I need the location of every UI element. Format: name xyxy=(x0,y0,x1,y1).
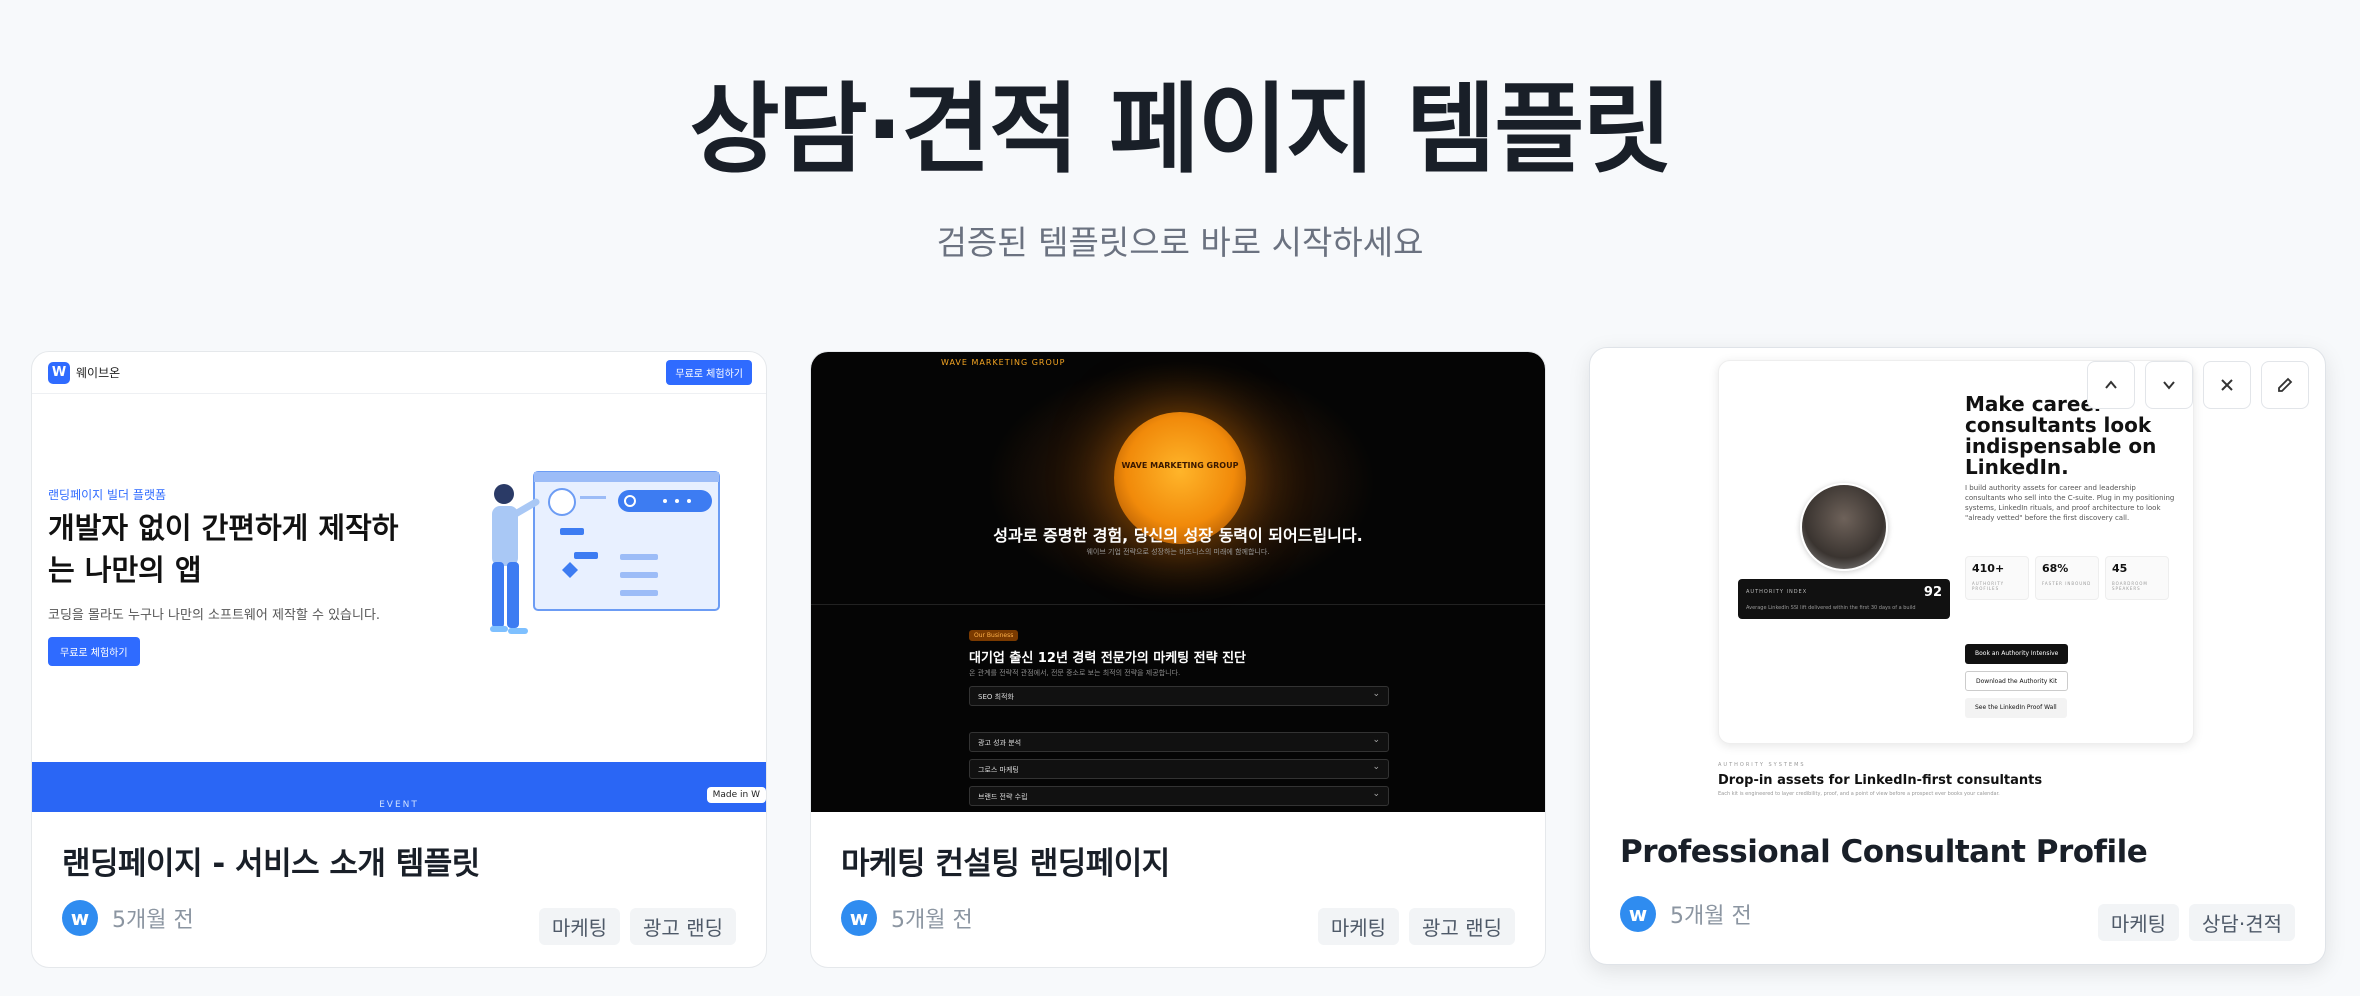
chevron-down-icon[interactable] xyxy=(2145,361,2193,409)
thumb-headline: 성과로 증명한 경험, 당신의 성장 동력이 되어드립니다. xyxy=(993,526,1363,545)
updated-time: 5개월 전 xyxy=(1670,904,1752,929)
card-title[interactable]: Professional Consultant Profile xyxy=(1620,834,2148,870)
section-badge: Our Business xyxy=(969,630,1019,641)
updated-time: 5개월 전 xyxy=(891,908,973,933)
stat-value: 68% xyxy=(2042,562,2069,575)
updated-time: 5개월 전 xyxy=(112,908,194,933)
tag-list: 마케팅 상담·견적 xyxy=(2097,904,2295,941)
tag[interactable]: 마케팅 xyxy=(2097,904,2180,941)
page-subtitle: 검증된 템플릿으로 바로 시작하세요 xyxy=(936,223,1424,262)
brand-name: 웨이브온 xyxy=(76,366,121,380)
thumb-cta-button: 무료로 체험하기 xyxy=(48,637,140,666)
orb-label: WAVE MARKETING GROUP xyxy=(1121,461,1239,470)
accordion-item: 브랜드 전략 수립 xyxy=(969,786,1389,806)
tag[interactable]: 상담·견적 xyxy=(2189,904,2295,941)
brand-logo: W xyxy=(48,362,70,384)
card-title[interactable]: 마케팅 컨설팅 랜딩페이지 xyxy=(841,838,1170,883)
close-icon[interactable] xyxy=(2203,361,2251,409)
profile-photo xyxy=(1800,483,1888,571)
event-label: EVENT xyxy=(379,800,419,810)
card-meta: w 5개월 전 xyxy=(62,900,194,936)
card-title[interactable]: 랜딩페이지 - 서비스 소개 템플릿 xyxy=(62,838,480,883)
tag-list: 마케팅 광고 랜딩 xyxy=(1317,908,1515,945)
stat-label: AUTHORITY PROFILES xyxy=(1972,581,2005,591)
edit-icon[interactable] xyxy=(2261,361,2309,409)
tag[interactable]: 광고 랜딩 xyxy=(1409,908,1515,945)
page-title: 상담·견적 페이지 템플릿 xyxy=(689,73,1672,187)
stat-label: BOARDROOM SPEAKERS xyxy=(2112,581,2148,591)
chevron-up-icon[interactable] xyxy=(2087,361,2135,409)
thumb-subtext: 웨이브 기업 전략으로 성장하는 비즈니스의 미래에 함께합니다. xyxy=(1086,548,1270,556)
tertiary-cta: See the LinkedIn Proof Wall xyxy=(1965,698,2067,718)
section-subtext: Each kit is engineered to layer credibil… xyxy=(1718,791,2000,797)
made-in-badge: Made in W xyxy=(706,787,766,803)
card-meta: w 5개월 전 xyxy=(841,900,973,936)
card-meta: w 5개월 전 xyxy=(1620,896,1752,932)
thumb-eyebrow: 랜딩페이지 빌더 플랫폼 xyxy=(48,488,167,502)
thumb-nav-button: 무료로 체험하기 xyxy=(666,360,752,385)
authority-subtext: Average LinkedIn SSI lift delivered with… xyxy=(1746,605,1916,611)
template-thumbnail[interactable]: WAVE MARKETING GROUP WAVE MARKETING GROU… xyxy=(811,352,1545,812)
tag[interactable]: 광고 랜딩 xyxy=(630,908,736,945)
section-eyebrow: AUTHORITY SYSTEMS xyxy=(1718,762,1806,768)
stat-label: FASTER INBOUND xyxy=(2042,581,2092,586)
section-subtext: 온 관계를 전략적 관점에서, 전문 중소로 보는 최적의 전략을 제공합니다. xyxy=(969,669,1181,677)
accordion-item: SEO 최적화 xyxy=(969,686,1389,706)
stat-box: 45 BOARDROOM SPEAKERS xyxy=(2105,556,2169,600)
thumb-navbar: W 웨이브온 무료로 체험하기 xyxy=(32,352,766,394)
template-card[interactable]: WAVE MARKETING GROUP WAVE MARKETING GROU… xyxy=(810,351,1546,968)
authority-value: 92 xyxy=(1923,585,1942,600)
brand-name: WAVE MARKETING GROUP xyxy=(941,358,1066,367)
author-avatar: w xyxy=(841,900,877,936)
author-avatar: w xyxy=(62,900,98,936)
card-toolbar xyxy=(2087,361,2309,409)
template-card[interactable]: W 웨이브온 무료로 체험하기 랜딩페이지 빌더 플랫폼 개발자 없이 간편하게… xyxy=(31,351,767,968)
accordion-item: 그로스 마케팅 xyxy=(969,759,1389,779)
developer-illustration xyxy=(490,471,720,634)
stat-box: 410+ AUTHORITY PROFILES xyxy=(1965,556,2029,600)
template-thumbnail[interactable]: AUTHORITY INDEX 92 Average LinkedIn SSI … xyxy=(1590,348,2325,808)
authority-card: AUTHORITY INDEX 92 Average LinkedIn SSI … xyxy=(1738,579,1950,619)
stat-value: 45 xyxy=(2112,562,2128,575)
section-title: 대기업 출신 12년 경력 전문가의 마케팅 전략 진단 xyxy=(969,651,1247,666)
thumb-headline: 개발자 없이 간편하게 제작하는 나만의 앱 xyxy=(48,511,399,587)
stat-box: 68% FASTER INBOUND xyxy=(2035,556,2099,600)
authority-label: AUTHORITY INDEX xyxy=(1746,589,1808,595)
thumb-description: I build authority assets for career and … xyxy=(1965,484,2175,522)
accordion-item: 광고 성과 분석 xyxy=(969,732,1389,752)
thumb-subtext: 코딩을 몰라도 누구나 나만의 소프트웨어 제작할 수 있습니다. xyxy=(48,608,381,623)
author-avatar: w xyxy=(1620,896,1656,932)
secondary-cta: Download the Authority Kit xyxy=(1965,671,2069,691)
section-divider xyxy=(811,604,1545,605)
primary-cta: Book an Authority Intensive xyxy=(1965,644,2069,664)
tag[interactable]: 마케팅 xyxy=(538,908,621,945)
section-title: Drop-in assets for LinkedIn-first consul… xyxy=(1718,773,2043,788)
template-thumbnail[interactable]: W 웨이브온 무료로 체험하기 랜딩페이지 빌더 플랫폼 개발자 없이 간편하게… xyxy=(32,352,766,812)
stat-value: 410+ xyxy=(1972,562,2005,575)
tag-list: 마케팅 광고 랜딩 xyxy=(538,908,736,945)
template-card[interactable]: AUTHORITY INDEX 92 Average LinkedIn SSI … xyxy=(1589,347,2326,965)
tag[interactable]: 마케팅 xyxy=(1317,908,1400,945)
